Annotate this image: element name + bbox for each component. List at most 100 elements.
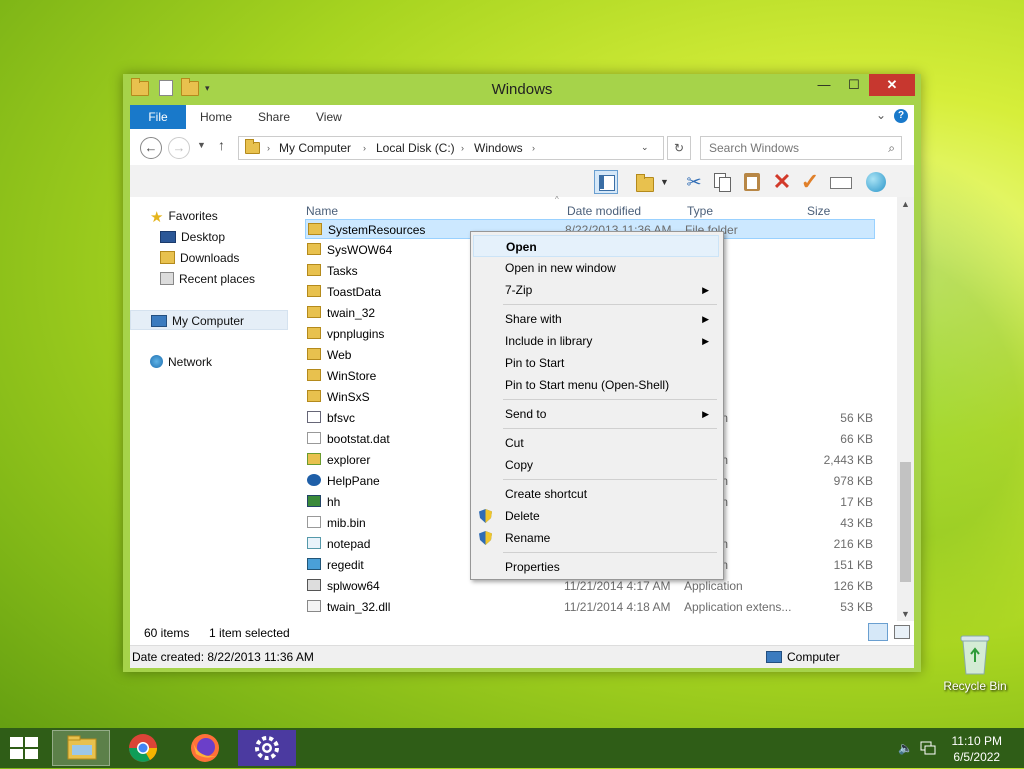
- checkmark-icon[interactable]: ✓: [798, 170, 822, 194]
- nav-favorites[interactable]: ★ Favorites: [150, 206, 218, 226]
- title-bar[interactable]: ▾ Windows — ☐ ✕: [123, 74, 921, 104]
- tab-file[interactable]: File: [130, 105, 186, 129]
- menu-open[interactable]: Open: [473, 235, 719, 257]
- nav-my-computer[interactable]: My Computer: [130, 310, 288, 330]
- menu-share-with[interactable]: Share with ▶: [473, 308, 719, 330]
- chevron-down-icon[interactable]: ⌄: [876, 108, 886, 122]
- taskbar-firefox[interactable]: [176, 730, 234, 766]
- menu-pin-start-menu[interactable]: Pin to Start menu (Open-Shell): [473, 374, 719, 396]
- app-icon: [307, 411, 321, 423]
- menu-7zip[interactable]: 7-Zip ▶: [473, 279, 719, 301]
- menu-cut[interactable]: Cut: [473, 432, 719, 454]
- menu-open-label: Open: [506, 240, 537, 254]
- submenu-arrow-icon: ▶: [702, 409, 709, 419]
- scrollbar-thumb[interactable]: [900, 462, 911, 582]
- table-row[interactable]: twain_32.dll 11/21/2014 4:18 AM Applicatio…: [305, 597, 875, 617]
- cut-icon[interactable]: ✂: [682, 170, 706, 194]
- submenu-arrow-icon: ▶: [702, 285, 709, 295]
- star-icon: ★: [150, 209, 164, 226]
- menu-separator: [503, 428, 717, 429]
- menu-shortcut-label: Create shortcut: [505, 487, 588, 501]
- printer-icon: [307, 579, 321, 591]
- context-menu: Open Open in new window 7-Zip ▶ Share wit…: [470, 231, 724, 580]
- menu-create-shortcut[interactable]: Create shortcut: [473, 483, 719, 505]
- forward-button[interactable]: →: [168, 137, 190, 159]
- taskbar-clock[interactable]: 11:10 PM 6/5/2022: [952, 733, 1002, 765]
- explorer-icon: [307, 453, 321, 465]
- search-input[interactable]: Search Windows: [709, 141, 799, 155]
- address-dropdown-icon[interactable]: ⌄: [641, 142, 649, 153]
- menu-include-library[interactable]: Include in library ▶: [473, 330, 719, 352]
- breadcrumb-my-computer[interactable]: My Computer: [279, 141, 351, 155]
- address-bar[interactable]: › My Computer › Local Disk (C:) › Window…: [238, 136, 664, 160]
- minimize-button[interactable]: —: [809, 74, 839, 96]
- nav-network[interactable]: Network: [150, 352, 212, 372]
- folder-icon: [307, 369, 321, 381]
- menu-rename[interactable]: Rename: [473, 527, 719, 549]
- delete-icon[interactable]: ✕: [770, 170, 794, 194]
- taskbar-settings[interactable]: [238, 730, 296, 766]
- column-size[interactable]: Size: [807, 204, 830, 218]
- downloads-icon: [160, 251, 175, 264]
- copy-icon[interactable]: [710, 170, 734, 194]
- menu-delete-label: Delete: [505, 509, 540, 523]
- vertical-scrollbar[interactable]: ▲ ▼: [897, 197, 914, 621]
- help-icon[interactable]: ?: [894, 109, 908, 123]
- nav-desktop[interactable]: Desktop: [160, 227, 225, 247]
- menu-properties[interactable]: Properties: [473, 556, 719, 578]
- close-button[interactable]: ✕: [869, 74, 915, 96]
- uac-shield-icon: [479, 531, 492, 545]
- navigation-pane: ★ Favorites Desktop Downloads Recent plac…: [130, 197, 292, 621]
- recent-places-icon: [160, 272, 174, 285]
- globe-icon[interactable]: [864, 170, 888, 194]
- search-icon: ⌕: [888, 141, 895, 155]
- recycle-bin-label: Recycle Bin: [943, 679, 1007, 693]
- scroll-up-icon[interactable]: ▲: [901, 199, 910, 209]
- menu-delete[interactable]: Delete: [473, 505, 719, 527]
- menu-copy[interactable]: Copy: [473, 454, 719, 476]
- back-button[interactable]: ←: [140, 137, 162, 159]
- folder-options-icon[interactable]: [634, 170, 658, 194]
- menu-pin-start[interactable]: Pin to Start: [473, 352, 719, 374]
- taskbar-chrome[interactable]: [114, 730, 172, 766]
- menu-7zip-label: 7-Zip: [505, 283, 533, 297]
- navigation-pane-icon[interactable]: [594, 170, 618, 194]
- address-row: ← → ▼ ↑ › My Computer › Local Disk (C:) …: [130, 129, 914, 165]
- column-name[interactable]: Name: [306, 204, 338, 218]
- network-tray-icon[interactable]: [920, 741, 936, 758]
- start-button[interactable]: [10, 737, 38, 762]
- taskbar-file-explorer[interactable]: [52, 730, 110, 766]
- refresh-icon[interactable]: ↻: [667, 136, 691, 160]
- nav-downloads[interactable]: Downloads: [160, 248, 239, 268]
- ribbon-tabs: File Home Share View ⌄ ?: [130, 105, 914, 129]
- paste-icon[interactable]: [740, 170, 764, 194]
- file-name: splwow64: [327, 579, 380, 593]
- menu-open-new-window[interactable]: Open in new window: [473, 257, 719, 279]
- breadcrumb-local-disk[interactable]: Local Disk (C:): [376, 141, 455, 155]
- tab-home[interactable]: Home: [200, 105, 232, 129]
- tab-share[interactable]: Share: [258, 105, 290, 129]
- column-date[interactable]: Date modified: [567, 204, 641, 218]
- scroll-down-icon[interactable]: ▼: [901, 609, 910, 619]
- desktop-icon: [160, 231, 176, 243]
- tab-view[interactable]: View: [316, 105, 342, 129]
- breadcrumb-windows[interactable]: Windows: [474, 141, 523, 155]
- up-button[interactable]: ↑: [218, 137, 225, 153]
- details-view-icon[interactable]: [868, 623, 888, 641]
- rename-icon[interactable]: [828, 170, 852, 194]
- large-icons-view-icon[interactable]: [894, 625, 910, 639]
- dll-icon: [307, 600, 321, 612]
- maximize-button[interactable]: ☐: [839, 74, 869, 96]
- column-type[interactable]: Type: [687, 204, 713, 218]
- file-name: ToastData: [327, 285, 382, 299]
- menu-send-to[interactable]: Send to ▶: [473, 403, 719, 425]
- nav-recent[interactable]: Recent places: [160, 269, 255, 289]
- nav-desktop-label: Desktop: [181, 230, 226, 244]
- folder-options-dropdown-icon[interactable]: ▼: [660, 170, 684, 194]
- recent-locations-icon[interactable]: ▼: [197, 140, 206, 150]
- file-name: twain_32: [327, 306, 376, 320]
- search-box[interactable]: Search Windows ⌕: [700, 136, 902, 160]
- desktop-recycle-bin[interactable]: Recycle Bin: [940, 632, 1010, 693]
- volume-muted-icon[interactable]: 🔈: [898, 741, 913, 755]
- file-name: SystemResources: [328, 223, 426, 237]
